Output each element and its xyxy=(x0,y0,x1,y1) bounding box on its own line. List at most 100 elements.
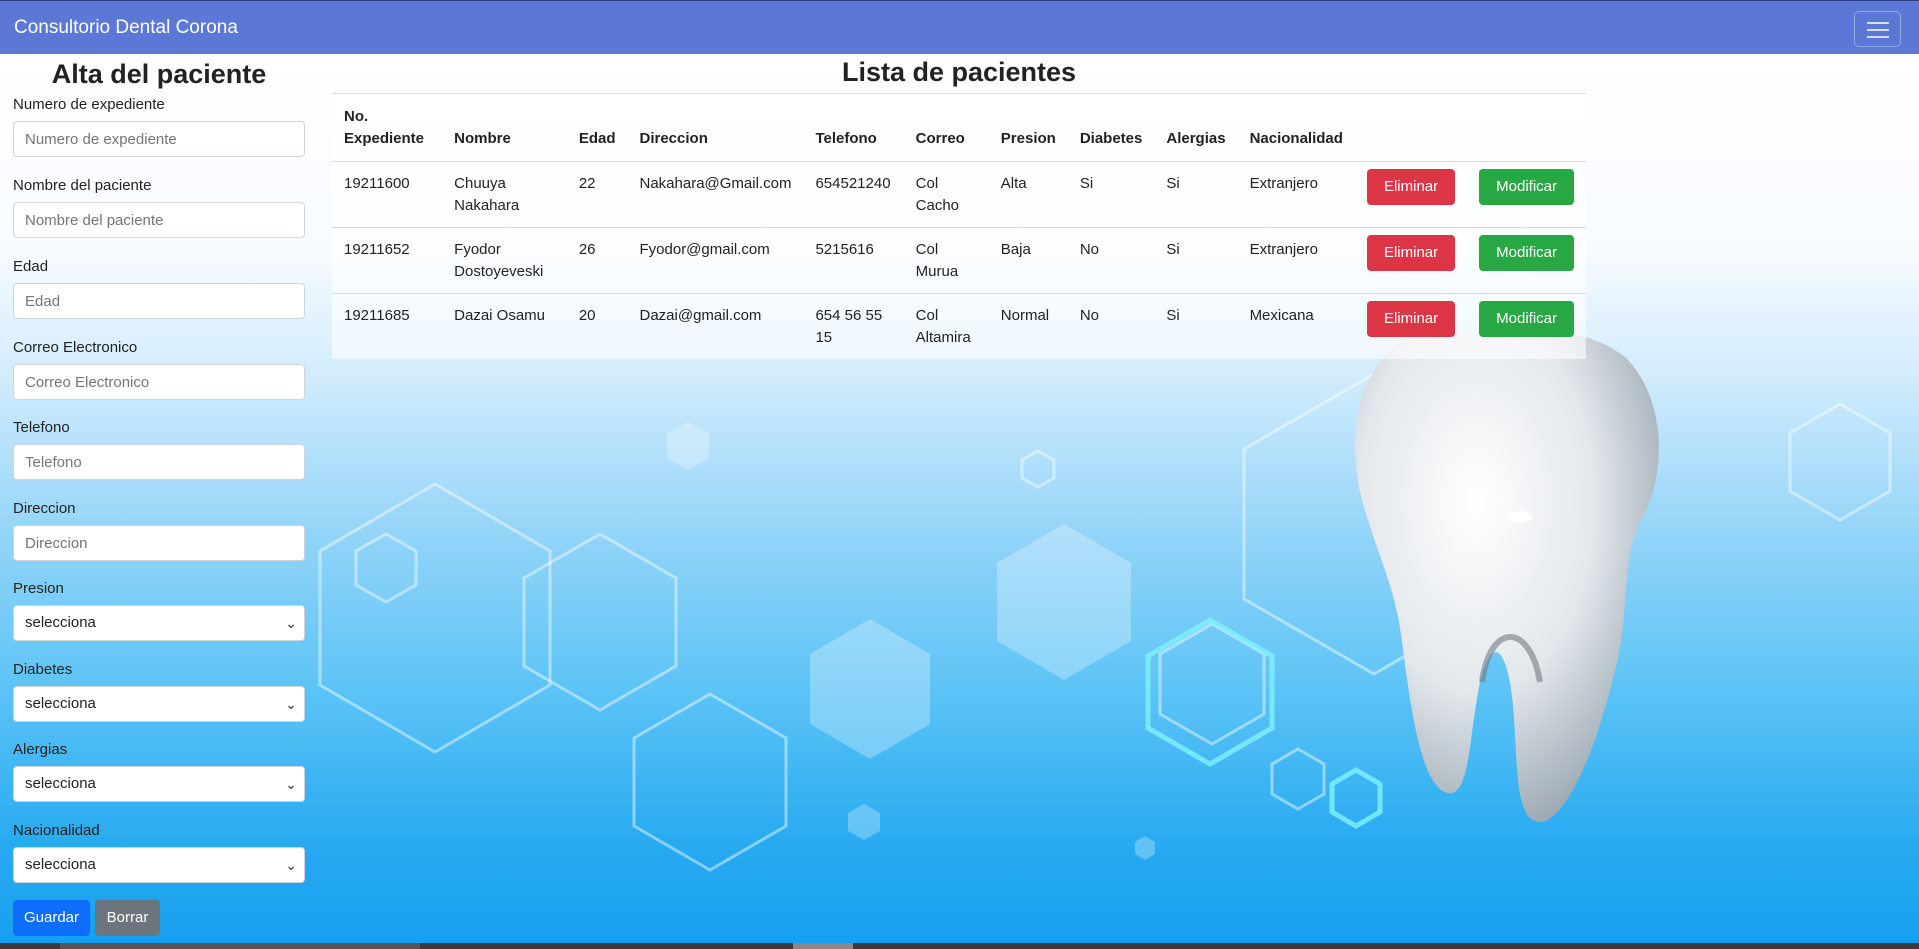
header-actions-2 xyxy=(1467,94,1586,162)
diabetes-select[interactable]: selecciona ⌄ xyxy=(13,686,305,722)
nacionalidad-select[interactable]: selecciona ⌄ xyxy=(13,847,305,883)
table-row: 19211685 Dazai Osamu 20 Dazai@gmail.com … xyxy=(332,294,1586,360)
correo-field-group: Correo Electronico xyxy=(13,339,305,400)
cell-nacionalidad: Mexicana xyxy=(1249,307,1314,324)
cell-presion: Baja xyxy=(988,227,1068,294)
edad-label: Edad xyxy=(13,258,49,275)
eliminar-button[interactable]: Eliminar xyxy=(1366,301,1456,337)
alergias-label: Alergias xyxy=(13,741,68,758)
cell-delete: Eliminar xyxy=(1354,161,1468,228)
cell-expediente: 19211652 xyxy=(332,227,443,294)
header-actions-1 xyxy=(1354,94,1468,162)
header-diabetes: Diabetes xyxy=(1067,94,1155,162)
chevron-down-icon: ⌄ xyxy=(285,776,297,792)
cell-alergias: Si xyxy=(1154,227,1238,294)
cell-nacionalidad: Extranjero xyxy=(1237,227,1355,294)
cell-direccion: Nakahara@Gmail.com xyxy=(627,161,804,228)
diabetes-label: Diabetes xyxy=(13,661,73,678)
cell-telefono: 5215616 xyxy=(803,227,904,294)
cell-edit: Modificar xyxy=(1467,227,1586,294)
diabetes-field-group: Diabetes selecciona ⌄ xyxy=(13,661,305,722)
alergias-select[interactable]: selecciona ⌄ xyxy=(13,766,305,802)
modificar-button[interactable]: Modificar xyxy=(1479,301,1574,337)
cell-diabetes: No xyxy=(1079,307,1100,324)
cell-delete: Eliminar xyxy=(1355,294,1467,360)
header-expediente: No. Expediente xyxy=(332,94,443,162)
eliminar-button[interactable]: Eliminar xyxy=(1366,235,1456,271)
presion-select-value: selecciona xyxy=(25,614,96,631)
telefono-label: Telefono xyxy=(13,419,70,436)
table-header-row: No. Expediente Nombre Edad Direccion Tel… xyxy=(332,94,1586,162)
chevron-down-icon: ⌄ xyxy=(285,857,297,873)
patient-form: Alta del paciente Numero de expediente N… xyxy=(13,54,305,936)
cell-correo: Col Murua xyxy=(903,227,989,294)
cell-nacionalidad: Extranjero xyxy=(1237,161,1355,228)
patients-table: No. Expediente Nombre Edad Direccion Tel… xyxy=(332,93,1586,359)
cell-diabetes: Si xyxy=(1067,161,1155,228)
header-presion: Presion xyxy=(988,94,1068,162)
cell-expediente: 19211600 xyxy=(332,161,443,228)
cell-delete: Eliminar xyxy=(1354,227,1468,294)
cell-direccion: Fyodor@gmail.com xyxy=(627,227,804,294)
nombre-input[interactable] xyxy=(13,202,305,238)
header-direccion: Direccion xyxy=(627,94,804,162)
guardar-button[interactable]: Guardar xyxy=(13,900,90,936)
borrar-button[interactable]: Borrar xyxy=(95,900,160,936)
cell-nombre: Fyodor Dostoyeveski xyxy=(442,227,567,294)
cell-expediente: 19211685 xyxy=(344,307,410,324)
nacionalidad-select-value: selecciona xyxy=(25,856,96,873)
telefono-field-group: Telefono xyxy=(13,419,305,480)
cell-correo: Col Altamira xyxy=(915,307,971,346)
nombre-field-group: Nombre del paciente xyxy=(13,177,305,238)
bottom-strip xyxy=(0,943,1919,949)
chevron-down-icon: ⌄ xyxy=(285,615,297,631)
header-correo: Correo xyxy=(903,94,989,162)
cell-alergias: Si xyxy=(1166,307,1180,324)
cell-nombre: Chuuya Nakahara xyxy=(442,161,567,228)
telefono-input[interactable] xyxy=(13,444,305,480)
header-telefono: Telefono xyxy=(803,94,904,162)
nombre-label: Nombre del paciente xyxy=(13,177,152,194)
expediente-input[interactable] xyxy=(13,121,305,157)
cell-edit: Modificar xyxy=(1467,294,1586,360)
alergias-field-group: Alergias selecciona ⌄ xyxy=(13,741,305,802)
expediente-label: Numero de expediente xyxy=(13,96,165,113)
nacionalidad-label: Nacionalidad xyxy=(13,822,100,839)
diabetes-select-value: selecciona xyxy=(25,695,96,712)
presion-select[interactable]: selecciona ⌄ xyxy=(13,605,305,641)
direccion-field-group: Direccion xyxy=(13,500,305,561)
form-title: Alta del paciente xyxy=(51,59,267,89)
edad-input[interactable] xyxy=(13,283,305,319)
tooth-illustration xyxy=(1354,329,1659,822)
cell-nombre: Dazai Osamu xyxy=(454,307,546,324)
chevron-down-icon: ⌄ xyxy=(285,696,297,712)
header-nacionalidad: Nacionalidad xyxy=(1237,94,1355,162)
edad-field-group: Edad xyxy=(13,258,305,319)
direccion-input[interactable] xyxy=(13,525,305,561)
table-row: 19211600 Chuuya Nakahara 22 Nakahara@Gma… xyxy=(332,161,1586,228)
hamburger-menu-icon[interactable] xyxy=(1854,11,1901,47)
cell-presion: Normal xyxy=(1000,307,1050,324)
cell-alergias: Si xyxy=(1154,161,1238,228)
cell-edad: 20 xyxy=(578,307,596,324)
nacionalidad-field-group: Nacionalidad selecciona ⌄ xyxy=(13,822,305,883)
cell-edad: 22 xyxy=(566,161,628,228)
header-nombre: Nombre xyxy=(442,94,567,162)
cell-telefono: 654 56 55 15 xyxy=(815,307,883,346)
cell-telefono: 654521240 xyxy=(803,161,904,228)
eliminar-button[interactable]: Eliminar xyxy=(1366,169,1456,205)
navbar-brand[interactable]: Consultorio Dental Corona xyxy=(14,17,238,39)
cell-direccion: Dazai@gmail.com xyxy=(639,307,762,324)
modificar-button[interactable]: Modificar xyxy=(1479,169,1574,205)
cell-edit: Modificar xyxy=(1467,161,1586,228)
cell-edad: 26 xyxy=(566,227,628,294)
alergias-select-value: selecciona xyxy=(25,775,96,792)
correo-label: Correo Electronico xyxy=(13,339,138,356)
table-row: 19211652 Fyodor Dostoyeveski 26 Fyodor@g… xyxy=(332,227,1586,294)
presion-field-group: Presion selecciona ⌄ xyxy=(13,580,305,641)
modificar-button[interactable]: Modificar xyxy=(1479,235,1574,271)
cell-diabetes: No xyxy=(1067,227,1155,294)
direccion-label: Direccion xyxy=(13,500,76,517)
cell-correo: Col Cacho xyxy=(903,161,989,228)
correo-input[interactable] xyxy=(13,364,305,400)
